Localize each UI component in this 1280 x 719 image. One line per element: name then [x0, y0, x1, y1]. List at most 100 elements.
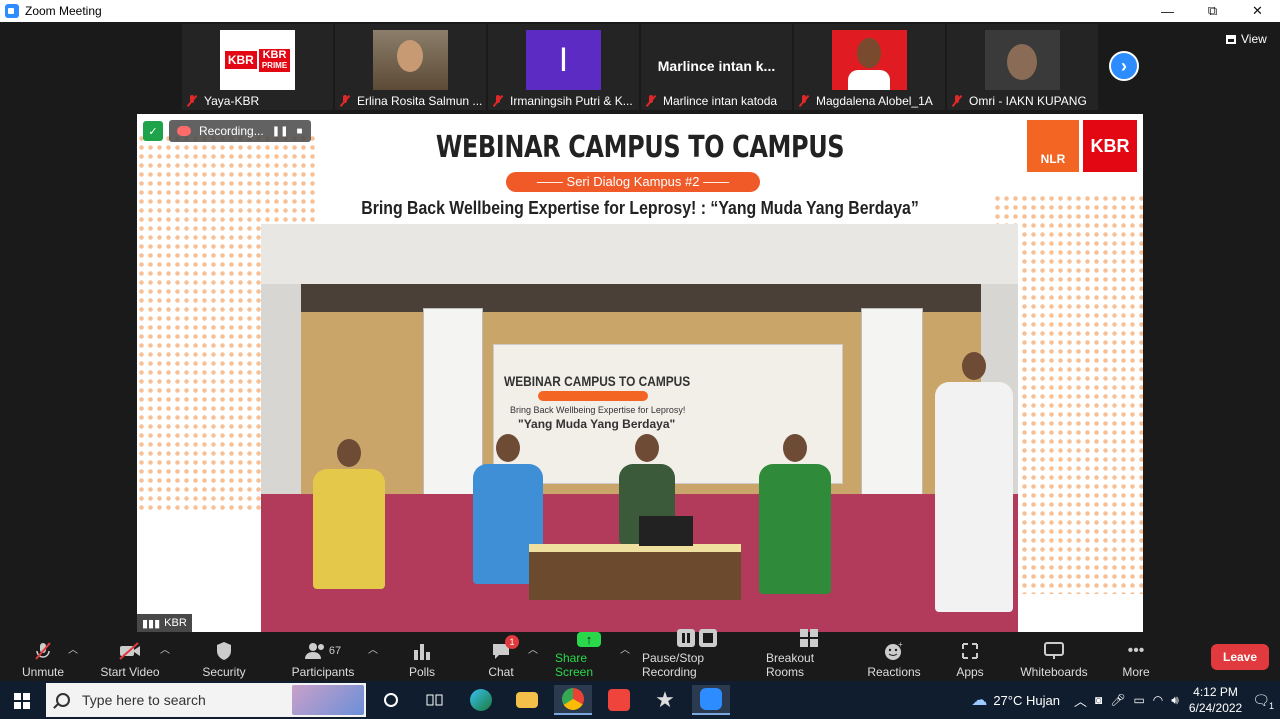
system-tray: ☁ 27°C Hujan ︿ ◙ 🎤︎ ▭ ◠ 🔊︎ 4:12 PM 6/24/…	[971, 681, 1280, 719]
polls-icon	[410, 641, 434, 661]
participant-name-bar: Omri - IAKN KUPANG	[947, 92, 1098, 110]
video-options-caret[interactable]: ︿	[160, 641, 170, 656]
participant-name-bar: Marlince intan katoda	[641, 92, 792, 110]
air-conditioner	[861, 308, 923, 498]
participant-thumb[interactable]: KBR KBR PRIME Yaya-KBR	[182, 24, 333, 110]
leave-button[interactable]: Leave	[1211, 644, 1269, 670]
stage-banner: WEBINAR CAMPUS TO CAMPUS Bring Back Well…	[493, 344, 843, 484]
file-explorer-icon[interactable]	[508, 685, 546, 715]
participant-thumb[interactable]: Omri - IAKN KUPANG	[947, 24, 1098, 110]
polls-button[interactable]: Polls	[404, 635, 440, 679]
participant-display-name: Marlince intan k...	[657, 58, 776, 74]
search-icon	[56, 693, 70, 707]
svg-text:+: +	[898, 641, 903, 649]
ceiling	[261, 224, 1018, 284]
wifi-icon[interactable]: ◠	[1153, 693, 1163, 707]
chat-badge: 1	[505, 635, 519, 649]
start-video-label: Start Video	[100, 665, 160, 679]
kbr-prime-top: KBR	[262, 48, 287, 61]
search-highlight-image	[292, 685, 364, 715]
more-button[interactable]: ••• More	[1120, 635, 1152, 679]
participant-thumb[interactable]: Magdalena Alobel_1A	[794, 24, 945, 110]
meet-now-icon[interactable]: ◙	[1095, 693, 1102, 707]
participant-name-bar: Magdalena Alobel_1A	[794, 92, 945, 110]
window-title: Zoom Meeting	[25, 4, 102, 18]
participant-photo	[832, 30, 907, 90]
task-view-icon[interactable]	[416, 685, 454, 715]
zoom-taskbar-icon[interactable]	[692, 685, 730, 715]
security-label: Security	[202, 665, 246, 679]
shared-screen: WEBINAR CAMPUS TO CAMPUS —— Seri Dialog …	[137, 114, 1143, 632]
close-button[interactable]: ✕	[1235, 0, 1280, 22]
banner-subtitle: Bring Back Wellbeing Expertise for Lepro…	[510, 405, 686, 415]
breakout-rooms-icon	[797, 629, 821, 647]
encryption-shield-icon: ✓	[143, 121, 163, 141]
meeting-area: KBR KBR PRIME Yaya-KBR Erlina Rosita Salm…	[0, 22, 1280, 633]
breakout-rooms-button[interactable]: Breakout Rooms	[766, 629, 852, 679]
banner-pill	[538, 391, 648, 401]
maximize-button[interactable]: ⧉	[1190, 0, 1235, 22]
start-video-button[interactable]: Start Video	[100, 635, 160, 679]
clock[interactable]: 4:12 PM 6/24/2022	[1189, 684, 1242, 716]
chrome-icon[interactable]	[554, 685, 592, 715]
chat-button[interactable]: 1 Chat	[486, 635, 519, 679]
slide-subtitle: Bring Back Wellbeing Expertise for Lepro…	[361, 198, 919, 218]
unmute-button[interactable]: Unmute	[22, 635, 64, 679]
reactions-button[interactable]: + Reactions	[867, 635, 921, 679]
microphone-icon[interactable]: 🎤︎	[1110, 693, 1125, 707]
speaker-head	[635, 434, 659, 462]
sponsor-logos: NLR KBR	[1027, 120, 1137, 172]
weather-text[interactable]: 27°C Hujan	[993, 693, 1060, 708]
view-label: View	[1241, 32, 1267, 46]
anydesk-icon[interactable]	[600, 685, 638, 715]
notification-icon[interactable]: 🗨︎ 1	[1252, 692, 1274, 711]
weather-cloud-icon: ☁	[971, 692, 988, 709]
polls-label: Polls	[408, 665, 435, 679]
star-app-icon[interactable]: ★	[646, 685, 684, 715]
participant-avatar: I	[526, 30, 601, 90]
participant-name: Yaya-KBR	[204, 94, 260, 108]
apps-label: Apps	[956, 665, 984, 679]
battery-icon[interactable]: ▭	[1133, 693, 1144, 707]
next-page-button[interactable]: ›	[1109, 51, 1139, 81]
recording-label: Recording...	[199, 124, 264, 138]
mic-muted-icon	[492, 95, 504, 107]
whiteboards-button[interactable]: Whiteboards	[1018, 635, 1090, 679]
chat-options-caret[interactable]: ︿	[528, 641, 538, 656]
volume-icon[interactable]: 🔊︎	[1171, 693, 1179, 708]
cortana-icon[interactable]	[372, 685, 410, 715]
participants-icon: 67	[300, 641, 346, 661]
audio-options-caret[interactable]: ︿	[68, 641, 78, 656]
more-label: More	[1122, 665, 1150, 679]
minimize-button[interactable]: —	[1145, 0, 1190, 22]
edge-icon[interactable]	[462, 685, 500, 715]
participant-name: Magdalena Alobel_1A	[816, 94, 933, 108]
reactions-label: Reactions	[867, 665, 921, 679]
zoom-app-icon	[5, 4, 19, 18]
stop-recording-icon[interactable]: ■	[296, 126, 302, 137]
participant-name: Omri - IAKN KUPANG	[969, 94, 1087, 108]
share-options-caret[interactable]: ︿	[620, 641, 630, 656]
breakout-rooms-label: Breakout Rooms	[766, 651, 815, 679]
participants-button[interactable]: 67 Participants	[292, 635, 354, 679]
pause-recording-icon[interactable]: ❚❚	[272, 126, 289, 137]
pause-stop-recording-button[interactable]: Pause/Stop Recording	[642, 629, 754, 679]
apps-button[interactable]: Apps	[952, 635, 988, 679]
view-button[interactable]: View	[1226, 32, 1267, 46]
participants-options-caret[interactable]: ︿	[368, 641, 378, 656]
mic-muted-icon	[951, 95, 963, 107]
share-screen-button[interactable]: ↑ Share Screen	[555, 632, 623, 679]
participant-thumb[interactable]: Marlince intan k... Marlince intan katod…	[641, 24, 792, 110]
whiteboard-icon	[1042, 641, 1066, 661]
tray-overflow-icon[interactable]: ︿	[1074, 691, 1087, 710]
recording-bar: ✓ Recording... ❚❚ ■	[143, 120, 311, 142]
speaker	[759, 434, 831, 594]
speaker-head	[783, 434, 807, 462]
moderator	[935, 352, 1013, 612]
security-button[interactable]: Security	[200, 635, 248, 679]
shirt	[848, 70, 890, 90]
participant-thumb[interactable]: Erlina Rosita Salmun ...	[335, 24, 486, 110]
taskbar-search[interactable]: Type here to search	[46, 683, 366, 717]
windows-start-icon[interactable]	[14, 693, 30, 709]
participant-thumb[interactable]: I Irmaningsih Putri & K...	[488, 24, 639, 110]
